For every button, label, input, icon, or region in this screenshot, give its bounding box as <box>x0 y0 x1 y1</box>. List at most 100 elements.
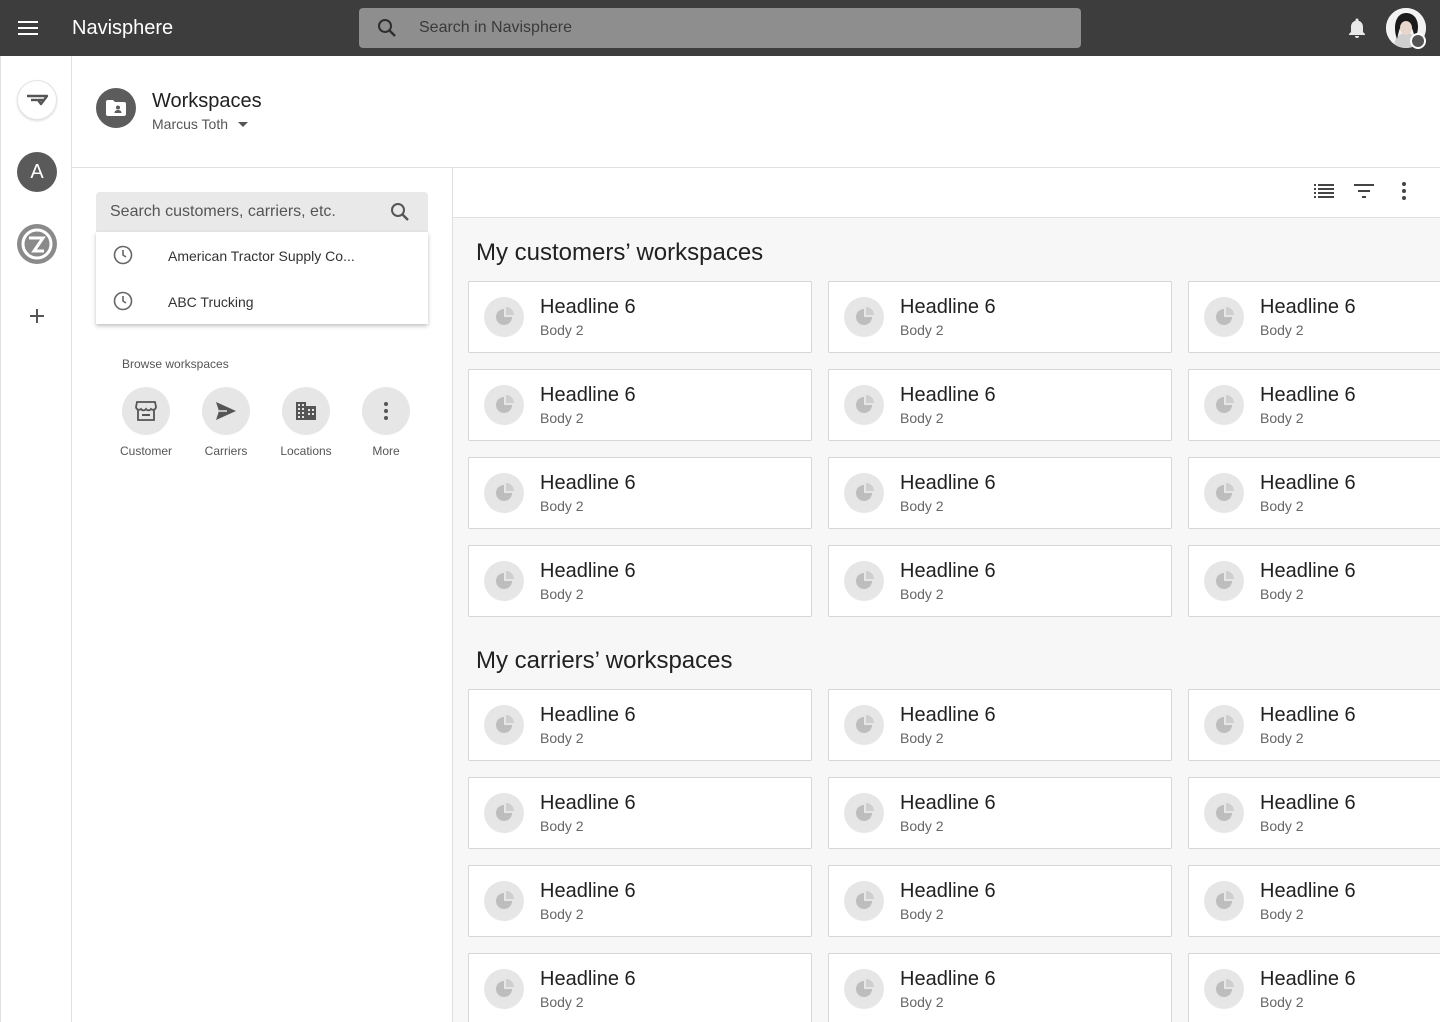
workspace-placeholder-icon <box>844 473 884 513</box>
workspace-placeholder-icon <box>484 881 524 921</box>
rail-avatar-a[interactable]: A <box>17 152 57 192</box>
recent-item[interactable]: ABC Trucking <box>96 278 428 324</box>
workspace-card-headline: Headline 6 <box>900 880 996 902</box>
browse-item-label: Customer <box>119 444 172 458</box>
main-toolbar <box>453 168 1440 218</box>
workspace-card[interactable]: Headline 6 Body 2 <box>828 953 1172 1022</box>
workspaces-main: My customers’ workspaces Headline 6 Body … <box>453 168 1440 1022</box>
workspace-card-body: Body 2 <box>900 906 944 922</box>
workspace-placeholder-icon <box>844 793 884 833</box>
workspace-card[interactable]: Headline 6 Body 2 <box>828 865 1172 937</box>
workspace-card[interactable]: Headline 6 Body 2 <box>828 689 1172 761</box>
send-icon <box>202 387 250 435</box>
workspace-placeholder-icon <box>1204 297 1244 337</box>
workspace-card-body: Body 2 <box>900 586 944 602</box>
workspace-card-headline: Headline 6 <box>540 560 636 582</box>
workspace-card[interactable]: Headline 6 Body 2 <box>468 457 812 529</box>
workspace-card[interactable]: Headline 6 Body 2 <box>468 281 812 353</box>
top-app-bar: Navisphere <box>0 0 1440 56</box>
search-icon[interactable] <box>388 200 412 224</box>
workspace-card-headline: Headline 6 <box>900 296 996 318</box>
workspace-card-body: Body 2 <box>900 818 944 834</box>
section-title-customers: My customers’ workspaces <box>476 239 764 266</box>
workspace-card-body: Body 2 <box>1260 322 1304 338</box>
workspace-card[interactable]: Headline 6 Body 2 <box>1188 545 1440 617</box>
workspace-card[interactable]: Headline 6 Body 2 <box>1188 953 1440 1022</box>
workspace-placeholder-icon <box>484 969 524 1009</box>
browse-more-button[interactable]: More <box>346 387 426 467</box>
workspace-placeholder-icon <box>844 881 884 921</box>
workspace-card[interactable]: Headline 6 Body 2 <box>468 777 812 849</box>
workspace-card-headline: Headline 6 <box>1260 704 1356 726</box>
workspace-placeholder-icon <box>1204 385 1244 425</box>
browse-carriers-button[interactable]: Carriers <box>186 387 266 467</box>
workspace-card-body: Body 2 <box>540 818 584 834</box>
workspace-card[interactable]: Headline 6 Body 2 <box>1188 457 1440 529</box>
workspace-card[interactable]: Headline 6 Body 2 <box>828 777 1172 849</box>
workspace-card[interactable]: Headline 6 Body 2 <box>1188 369 1440 441</box>
workspace-placeholder-icon <box>484 705 524 745</box>
workspace-card-body: Body 2 <box>540 498 584 514</box>
storefront-icon <box>122 387 170 435</box>
workspace-card[interactable]: Headline 6 Body 2 <box>1188 865 1440 937</box>
workspace-card[interactable]: Headline 6 Body 2 <box>1188 777 1440 849</box>
workspace-card-body: Body 2 <box>1260 730 1304 746</box>
workspace-card-body: Body 2 <box>1260 410 1304 426</box>
workspace-card-headline: Headline 6 <box>540 704 636 726</box>
tz-logo-icon[interactable] <box>17 224 57 264</box>
workspace-card-body: Body 2 <box>900 994 944 1010</box>
workspace-search-box[interactable] <box>96 192 428 232</box>
history-clock-icon <box>113 245 133 265</box>
workspace-placeholder-icon <box>484 473 524 513</box>
owner-dropdown[interactable]: Marcus Toth <box>152 116 248 132</box>
workspace-placeholder-icon <box>1204 705 1244 745</box>
workspace-card[interactable]: Headline 6 Body 2 <box>828 545 1172 617</box>
workspace-card-headline: Headline 6 <box>540 296 636 318</box>
workspace-card-headline: Headline 6 <box>900 704 996 726</box>
workspace-card-headline: Headline 6 <box>1260 560 1356 582</box>
workspace-placeholder-icon <box>484 561 524 601</box>
app-title: Navisphere <box>72 17 174 39</box>
workspace-card[interactable]: Headline 6 Body 2 <box>828 457 1172 529</box>
more-vertical-icon[interactable] <box>1392 179 1416 203</box>
workspace-card-headline: Headline 6 <box>1260 880 1356 902</box>
notifications-bell-icon[interactable] <box>1345 16 1369 40</box>
workspace-card-body: Body 2 <box>540 994 584 1010</box>
global-search-bar[interactable] <box>359 8 1081 48</box>
workspace-card-headline: Headline 6 <box>540 968 636 990</box>
browse-locations-button[interactable]: Locations <box>266 387 346 467</box>
workspace-card[interactable]: Headline 6 Body 2 <box>468 953 812 1022</box>
workspace-card-headline: Headline 6 <box>540 472 636 494</box>
navisphere-logo-icon[interactable] <box>17 80 57 120</box>
workspace-placeholder-icon <box>844 969 884 1009</box>
workspace-card-body: Body 2 <box>540 410 584 426</box>
workspace-card-headline: Headline 6 <box>900 472 996 494</box>
workspace-card[interactable]: Headline 6 Body 2 <box>468 689 812 761</box>
workspace-search-input[interactable] <box>110 192 380 232</box>
workspace-card[interactable]: Headline 6 Body 2 <box>468 545 812 617</box>
workspace-card-headline: Headline 6 <box>900 560 996 582</box>
workspace-card[interactable]: Headline 6 Body 2 <box>468 865 812 937</box>
hamburger-menu-icon[interactable] <box>14 14 42 42</box>
workspace-card[interactable]: Headline 6 Body 2 <box>828 369 1172 441</box>
global-search-input[interactable] <box>419 8 1059 48</box>
workspace-card[interactable]: Headline 6 Body 2 <box>1188 281 1440 353</box>
recent-item-label: American Tractor Supply Co... <box>168 248 355 264</box>
workspace-card-body: Body 2 <box>900 498 944 514</box>
workspace-card[interactable]: Headline 6 Body 2 <box>468 369 812 441</box>
workspace-card-headline: Headline 6 <box>900 968 996 990</box>
recent-item[interactable]: American Tractor Supply Co... <box>96 232 428 278</box>
workspace-card[interactable]: Headline 6 Body 2 <box>828 281 1172 353</box>
workspace-card-body: Body 2 <box>540 906 584 922</box>
filter-icon[interactable] <box>1352 179 1376 203</box>
workspace-card-headline: Headline 6 <box>1260 968 1356 990</box>
workspace-card[interactable]: Headline 6 Body 2 <box>1188 689 1440 761</box>
list-view-icon[interactable] <box>1312 179 1336 203</box>
recent-item-label: ABC Trucking <box>168 294 254 310</box>
workspace-placeholder-icon <box>484 793 524 833</box>
workspace-placeholder-icon <box>484 385 524 425</box>
left-panel: American Tractor Supply Co... ABC Trucki… <box>72 168 453 1022</box>
more-vertical-icon <box>362 387 410 435</box>
add-icon[interactable] <box>17 296 57 336</box>
browse-customer-button[interactable]: Customer <box>106 387 186 467</box>
